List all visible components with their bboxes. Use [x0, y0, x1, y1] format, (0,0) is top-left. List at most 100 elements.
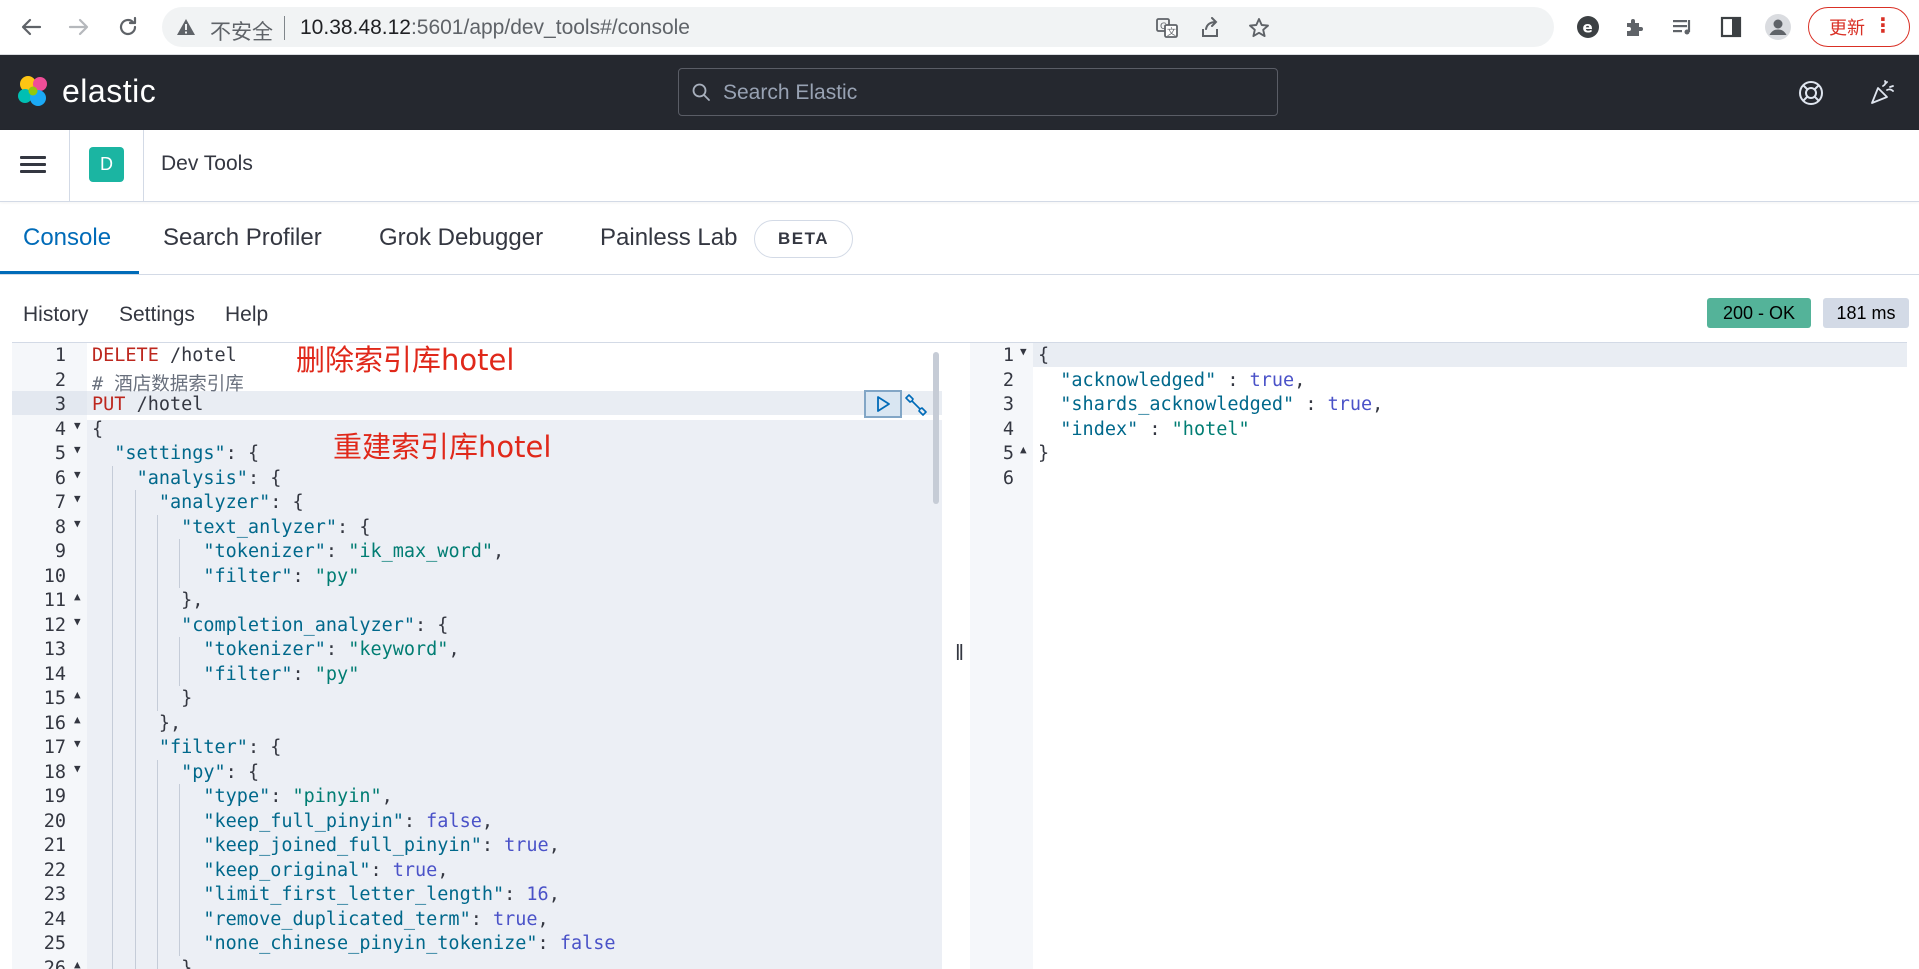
history-link[interactable]: History [23, 303, 88, 327]
address-bar[interactable]: 不安全 10.38.48.12:5601/app/dev_tools#/cons… [162, 7, 1554, 47]
code-line[interactable]: 15 ▲ } [12, 686, 942, 710]
reading-list-icon[interactable] [1668, 12, 1698, 42]
profile-icon[interactable] [1763, 12, 1793, 42]
settings-link[interactable]: Settings [119, 303, 195, 327]
fold-open-icon[interactable]: ▼ [74, 443, 81, 456]
tab-grok-debugger[interactable]: Grok Debugger [379, 224, 543, 252]
forward-arrow-icon[interactable] [62, 10, 96, 44]
fold-close-icon[interactable]: ▲ [74, 688, 81, 701]
extension-e-icon[interactable]: e [1573, 12, 1603, 42]
code-line[interactable]: 6 ▼ "analysis": { [12, 466, 942, 490]
fold-open-icon[interactable]: ▼ [74, 419, 81, 432]
space-avatar[interactable]: D [89, 147, 124, 182]
elastic-logo[interactable]: elastic [16, 73, 156, 110]
code-line[interactable]: 3 "shards_acknowledged" : true, [970, 392, 1907, 416]
code-line[interactable]: 26 ▲ } [12, 956, 942, 969]
code-line[interactable]: 8 ▼ "text_anlyzer": { [12, 515, 942, 539]
fold-close-icon[interactable]: ▲ [1020, 443, 1027, 456]
code-line[interactable]: 14 "filter": "py" [12, 662, 942, 686]
response-editor[interactable]: 1 ▼{2 "acknowledged" : true, 3 "shards_ack… [970, 343, 1907, 969]
code-line[interactable]: 25 "none_chinese_pinyin_tokenize": false [12, 931, 942, 955]
insecure-label[interactable]: 不安全 [210, 16, 273, 46]
delete-annotation: 删除索引库hotel [296, 343, 515, 377]
code-line[interactable]: 22 "keep_original": true, [12, 858, 942, 882]
line-number: 2 [54, 369, 66, 391]
code-line[interactable]: 1 ▼ { [970, 343, 1907, 367]
reload-icon[interactable] [111, 10, 145, 44]
line-number: 9 [54, 541, 66, 562]
line-number: 12 [43, 614, 66, 636]
url-text[interactable]: 10.38.48.12:5601/app/dev_tools#/console [300, 16, 690, 40]
fold-open-icon[interactable]: ▼ [74, 517, 81, 530]
fold-open-icon[interactable]: ▼ [74, 492, 81, 505]
code-text: "acknowledged" : true, [1060, 369, 1306, 391]
address-separator [284, 16, 285, 40]
code-line[interactable]: 16 ▲ }, [12, 711, 942, 735]
fold-open-icon[interactable]: ▼ [1020, 345, 1027, 358]
back-arrow-icon[interactable] [14, 10, 48, 44]
code-line[interactable]: 18 ▼ "py": { [12, 760, 942, 784]
code-line[interactable]: 2 "acknowledged" : true, [970, 368, 1907, 392]
line-number: 22 [43, 859, 66, 881]
code-line[interactable]: 6 [970, 466, 1907, 490]
code-line[interactable]: 21 "keep_joined_full_pinyin": true, [12, 833, 942, 857]
warning-icon[interactable] [176, 18, 196, 41]
code-line[interactable]: 19 "type": "pinyin", [12, 784, 942, 808]
tab-painless-lab[interactable]: Painless Lab [600, 224, 737, 252]
update-label: 更新 [1829, 18, 1865, 38]
code-line[interactable]: 23 "limit_first_letter_length": 16, [12, 882, 942, 906]
side-panel-icon[interactable] [1716, 12, 1746, 42]
code-line[interactable]: 5 ▲} [970, 441, 1907, 465]
newsfeed-icon[interactable] [1866, 77, 1898, 109]
fold-open-icon[interactable]: ▼ [74, 762, 81, 775]
request-editor-scrollbar[interactable] [933, 352, 939, 504]
code-line[interactable]: 10 "filter": "py" [12, 564, 942, 588]
code-line[interactable]: 9 "tokenizer": "ik_max_word", [12, 539, 942, 563]
code-text: "remove_duplicated_term": true, [203, 908, 549, 930]
global-search[interactable] [678, 68, 1278, 116]
fold-open-icon[interactable]: ▼ [74, 615, 81, 628]
code-line[interactable]: 4 "index" : "hotel" [970, 417, 1907, 441]
tab-search-profiler[interactable]: Search Profiler [163, 224, 322, 252]
status-badge: 200 - OK [1707, 298, 1811, 328]
code-line[interactable]: 20 "keep_full_pinyin": false, [12, 809, 942, 833]
fold-close-icon[interactable]: ▲ [74, 590, 81, 603]
app-bar-divider [143, 130, 144, 202]
more-vert-icon[interactable]: ⋮ [1873, 16, 1893, 36]
line-number: 6 [54, 467, 66, 489]
code-line[interactable]: 24 "remove_duplicated_term": true, [12, 907, 942, 931]
code-line[interactable]: 11 ▲ }, [12, 588, 942, 612]
code-line[interactable]: 3 PUT /hotel [12, 392, 942, 416]
star-icon[interactable] [1246, 15, 1272, 41]
share-icon[interactable] [1197, 15, 1223, 41]
elastic-logo-text: elastic [62, 73, 157, 109]
help-link[interactable]: Help [225, 303, 268, 327]
fold-open-icon[interactable]: ▼ [74, 468, 81, 481]
line-number: 20 [43, 810, 66, 832]
help-lifebuoy-icon[interactable] [1795, 77, 1827, 109]
url-host: 10.38.48.12 [300, 16, 411, 39]
breadcrumb-dev-tools[interactable]: Dev Tools [161, 152, 253, 176]
code-line[interactable]: 17 ▼ "filter": { [12, 735, 942, 759]
fold-open-icon[interactable]: ▼ [74, 737, 81, 750]
update-button[interactable]: 更新 ⋮ [1808, 7, 1910, 47]
puzzle-icon[interactable] [1620, 12, 1650, 42]
code-text: "type": "pinyin", [203, 786, 393, 807]
fold-close-icon[interactable]: ▲ [74, 958, 81, 969]
line-number: 11 [43, 590, 66, 611]
tab-console[interactable]: Console [23, 224, 111, 252]
fold-close-icon[interactable]: ▲ [74, 713, 81, 726]
translate-icon[interactable]: G文 [1154, 15, 1180, 41]
wrench-icon [905, 394, 927, 416]
request-actions-button[interactable] [902, 392, 928, 418]
code-line[interactable]: 7 ▼ "analyzer": { [12, 490, 942, 514]
code-text: "analyzer": { [158, 492, 304, 513]
code-text: "index" : "hotel" [1060, 418, 1250, 440]
menu-toggle-icon[interactable] [20, 152, 48, 180]
line-number: 14 [43, 663, 66, 685]
pane-resizer[interactable]: ‖ [955, 640, 964, 666]
send-request-button[interactable] [864, 390, 902, 418]
code-line[interactable]: 13 "tokenizer": "keyword", [12, 637, 942, 661]
search-input[interactable] [723, 79, 1263, 107]
code-line[interactable]: 12 ▼ "completion_analyzer": { [12, 613, 942, 637]
